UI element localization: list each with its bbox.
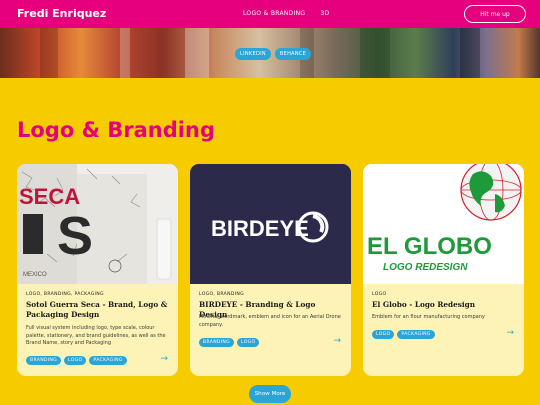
behance-pill[interactable]: BEHANCE bbox=[274, 48, 312, 60]
chip-branding[interactable]: BRANDING bbox=[199, 338, 235, 347]
arrow-right-icon[interactable]: → bbox=[160, 354, 168, 364]
social-pills: LINKEDIN BEHANCE bbox=[235, 48, 312, 60]
chip-logo[interactable]: LOGO bbox=[64, 356, 87, 365]
chip-packaging[interactable]: PACKAGING bbox=[89, 356, 127, 365]
nav-link-3d[interactable]: 3D bbox=[320, 10, 329, 17]
top-nav: Fredi Enriquez LOGO & BRANDING 3D Hit me… bbox=[0, 0, 540, 28]
linkedin-pill[interactable]: LINKEDIN bbox=[235, 48, 271, 60]
card-category: LOGO, BRANDING bbox=[199, 292, 244, 297]
nav-link-logo-branding[interactable]: LOGO & BRANDING bbox=[243, 10, 305, 17]
nav-links: LOGO & BRANDING 3D bbox=[243, 10, 329, 17]
card-description: Full visual system including logo, type … bbox=[26, 325, 166, 347]
arrow-right-icon[interactable]: → bbox=[506, 328, 514, 338]
sotol-artwork: SECA S MEXICO bbox=[17, 164, 178, 284]
arrow-right-icon[interactable]: → bbox=[333, 336, 341, 346]
card-category: LOGO bbox=[372, 292, 387, 297]
card-description: Emblem for an flour manufacturing compan… bbox=[372, 314, 485, 320]
project-image-sotol: SECA S MEXICO bbox=[17, 164, 178, 284]
card-chips: BRANDING LOGO bbox=[199, 338, 260, 347]
svg-text:EL GLOBO: EL GLOBO bbox=[367, 233, 492, 260]
svg-text:MEXICO: MEXICO bbox=[23, 272, 47, 278]
svg-text:BIRDEYE: BIRDEYE bbox=[211, 216, 309, 241]
show-more-button[interactable]: Show More bbox=[249, 385, 291, 403]
card-description: Minimal wordmark, emblem and icon for an… bbox=[199, 314, 341, 328]
chip-packaging[interactable]: PACKAGING bbox=[397, 330, 435, 339]
card-category: LOGO, BRANDING, PACKAGING bbox=[26, 292, 104, 297]
chip-logo[interactable]: LOGO bbox=[372, 330, 395, 339]
chip-branding[interactable]: BRANDING bbox=[26, 356, 62, 365]
svg-text:S: S bbox=[57, 206, 93, 266]
project-image-elglobo: EL GLOBO LOGO REDESIGN bbox=[363, 164, 524, 284]
project-card-elglobo[interactable]: EL GLOBO LOGO REDESIGN LOGO El Globo - L… bbox=[363, 164, 524, 376]
card-title[interactable]: El Globo - Logo Redesign bbox=[372, 300, 516, 310]
birdeye-logo: BIRDEYE bbox=[190, 164, 351, 284]
card-chips: BRANDING LOGO PACKAGING bbox=[26, 356, 127, 365]
chip-logo[interactable]: LOGO bbox=[237, 338, 260, 347]
site-brand[interactable]: Fredi Enriquez bbox=[17, 7, 106, 20]
project-card-birdeye[interactable]: BIRDEYE LOGO, BRANDING BIRDEYE - Brandin… bbox=[190, 164, 351, 376]
project-image-birdeye: BIRDEYE bbox=[190, 164, 351, 284]
elglobo-logo: EL GLOBO LOGO REDESIGN bbox=[363, 164, 524, 284]
project-card-sotol[interactable]: SECA S MEXICO LOGO, BRANDING, PACKAGING … bbox=[17, 164, 178, 376]
section-title: Logo & Branding bbox=[17, 118, 215, 142]
svg-text:LOGO REDESIGN: LOGO REDESIGN bbox=[383, 262, 468, 273]
card-chips: LOGO PACKAGING bbox=[372, 330, 435, 339]
card-title[interactable]: Sotol Guerra Seca - Brand, Logo & Packag… bbox=[26, 300, 170, 319]
hit-me-up-button[interactable]: Hit me up bbox=[464, 5, 526, 23]
